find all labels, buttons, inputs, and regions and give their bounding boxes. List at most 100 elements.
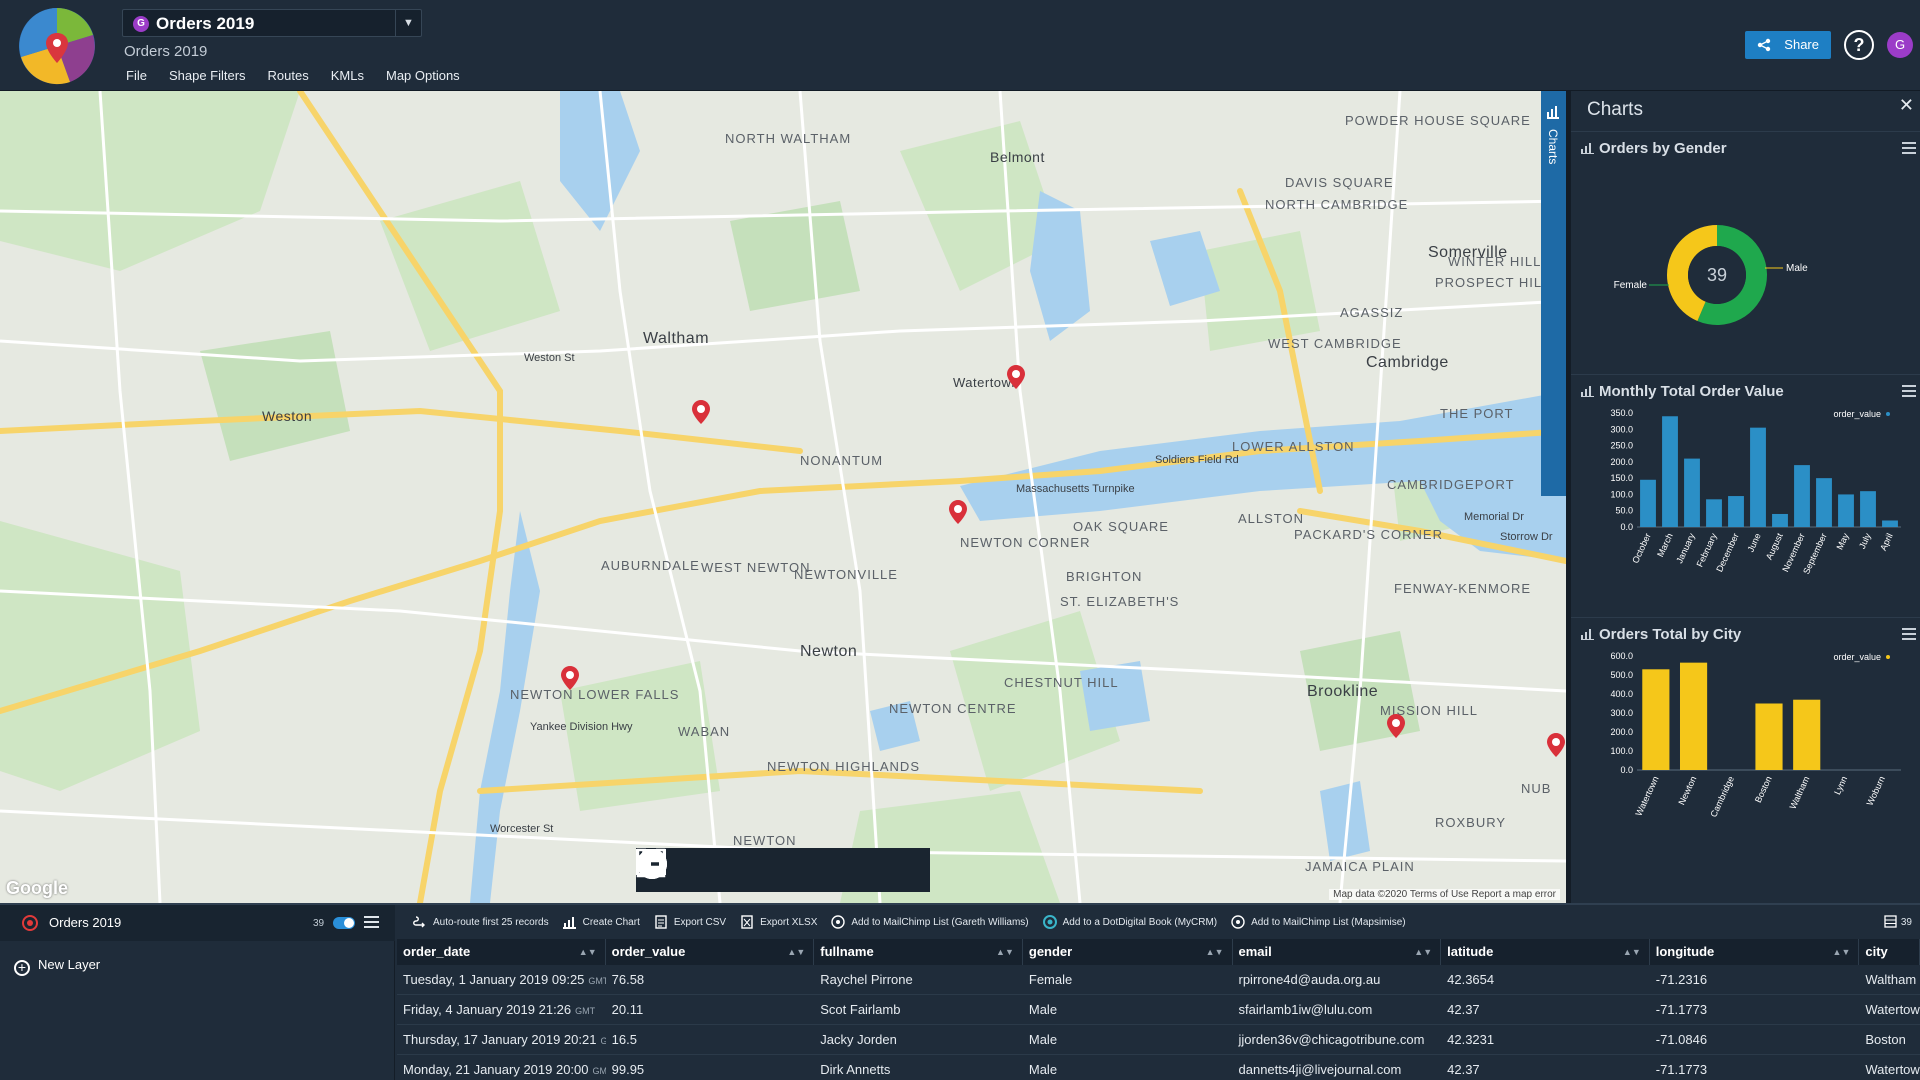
bar-october[interactable]: [1640, 479, 1656, 527]
x-tick-label: June: [1745, 532, 1762, 554]
map-marker-icon[interactable]: [691, 399, 711, 425]
mailchimp-mapsimise-button[interactable]: Add to MailChimp List (Mapsimise): [1231, 915, 1406, 929]
export-xlsx-button[interactable]: Export XLSX: [740, 915, 817, 929]
layer-visibility-toggle[interactable]: [333, 917, 355, 929]
close-icon[interactable]: ✕: [1899, 95, 1914, 116]
bar-july[interactable]: [1860, 491, 1876, 527]
table-row[interactable]: Thursday, 17 January 2019 20:21 G 16.5 Jack…: [397, 1025, 1920, 1055]
map-label: Worcester St: [490, 823, 554, 835]
bar-august[interactable]: [1772, 513, 1788, 527]
bar-december[interactable]: [1728, 496, 1744, 527]
map-label: Waltham: [643, 330, 710, 347]
mailchimp-icon: [1231, 915, 1245, 929]
y-tick-label: 0.0: [1620, 765, 1633, 775]
column-header-email[interactable]: email ▲▼: [1233, 939, 1442, 965]
export-csv-button[interactable]: Export CSV: [654, 915, 726, 929]
chart-menu-icon[interactable]: [1902, 385, 1916, 400]
bar-march[interactable]: [1662, 416, 1678, 527]
map-view[interactable]: NORTH WALTHAM Belmont POWDER HOUSE SQUAR…: [0, 91, 1566, 903]
hamburger-icon[interactable]: [364, 916, 379, 931]
menu-file[interactable]: File: [126, 68, 147, 83]
chart-title: Orders Total by City: [1581, 626, 1741, 643]
x-tick-label: October: [1630, 532, 1653, 565]
bar-waltham[interactable]: [1793, 699, 1821, 770]
column-header-order-date[interactable]: order_date ▲▼: [397, 939, 606, 965]
bar-april[interactable]: [1882, 520, 1898, 527]
map-marker-icon[interactable]: [1006, 364, 1026, 390]
table-cell-fullname: Jacky Jorden: [820, 1032, 897, 1047]
column-header-gender[interactable]: gender ▲▼: [1023, 939, 1233, 965]
bar-september[interactable]: [1816, 478, 1832, 527]
bar-november[interactable]: [1794, 465, 1810, 527]
column-header-fullname[interactable]: fullname ▲▼: [814, 939, 1023, 965]
avatar[interactable]: G: [1887, 32, 1913, 58]
table-row[interactable]: Monday, 21 January 2019 20:00 GM 99.95 Dirk…: [397, 1055, 1920, 1080]
app-logo[interactable]: [18, 7, 96, 85]
bar-newton[interactable]: [1679, 662, 1708, 770]
menu-routes[interactable]: Routes: [268, 68, 309, 83]
map-label: NEWTON CORNER: [960, 535, 1091, 550]
map-label: Weston St: [524, 352, 575, 364]
bar-february[interactable]: [1706, 499, 1722, 527]
map-label: JAMAICA PLAIN: [1305, 859, 1415, 874]
create-chart-button[interactable]: Create Chart: [562, 915, 640, 929]
layer-count: 39: [313, 918, 325, 929]
project-dropdown[interactable]: G Orders 2019 ▼: [122, 9, 422, 37]
map-label: NORTH WALTHAM: [725, 131, 852, 146]
column-header-city[interactable]: city: [1859, 939, 1920, 965]
table-cell-order-value: 20.11: [611, 1002, 644, 1017]
table-cell-order-date: Friday, 4 January 2019 21:26 GMT: [403, 1002, 596, 1017]
menu-kmls[interactable]: KMLs: [331, 68, 364, 83]
street-view-icon[interactable]: [641, 849, 930, 888]
dotdigital-button[interactable]: Add to a DotDigital Book (MyCRM): [1042, 915, 1218, 929]
map-marker-icon[interactable]: [560, 665, 580, 691]
bar-chart-city[interactable]: 0.0 100.0 200.0 300.0 400.0 500.0 600.0 order_v…: [1571, 648, 1920, 853]
bar-may[interactable]: [1838, 494, 1854, 527]
column-header-order-value[interactable]: order_value ▲▼: [606, 939, 815, 965]
map-attribution[interactable]: Map data ©2020 Terms of Use Report a map…: [1329, 889, 1560, 900]
xlsx-icon: [741, 915, 753, 929]
y-tick-label: 150.0: [1610, 473, 1633, 483]
bar-watertown[interactable]: [1642, 669, 1670, 770]
share-button[interactable]: Share: [1745, 31, 1831, 59]
layer-name: Orders 2019: [49, 915, 122, 930]
action-label: Add to MailChimp List (Mapsimise): [1251, 916, 1406, 928]
column-header-longitude[interactable]: longitude ▲▼: [1650, 939, 1860, 965]
map-label: NEWTON: [733, 833, 797, 848]
action-label: Add to a DotDigital Book (MyCRM): [1062, 916, 1218, 928]
menu-map-options[interactable]: Map Options: [386, 68, 460, 83]
table-cell-gender: Male: [1028, 1032, 1058, 1047]
donut-chart[interactable]: 39 Female Male: [1571, 162, 1920, 372]
bar-boston[interactable]: [1755, 703, 1783, 771]
bar-june[interactable]: [1750, 427, 1766, 527]
map-marker-icon[interactable]: [948, 499, 968, 525]
table-row[interactable]: Tuesday, 1 January 2019 09:25GMT 76.58 Ray…: [397, 965, 1920, 995]
x-tick-label: Waltham: [1788, 775, 1812, 811]
info-icon[interactable]: [637, 849, 720, 888]
search-icon[interactable]: [638, 849, 888, 888]
zoom-in-icon[interactable]: [637, 849, 762, 888]
auto-route-button[interactable]: Auto-route first 25 records: [413, 915, 549, 929]
map-marker-icon[interactable]: [1546, 732, 1566, 758]
menu-shape-filters[interactable]: Shape Filters: [169, 68, 246, 83]
fullscreen-icon[interactable]: [636, 848, 846, 888]
table-cell-longitude: -71.1773: [1655, 1062, 1708, 1077]
map-marker-icon[interactable]: [1386, 713, 1406, 739]
chart-menu-icon[interactable]: [1902, 628, 1916, 643]
charts-tab[interactable]: Charts: [1541, 91, 1566, 496]
column-header-latitude[interactable]: latitude ▲▼: [1441, 939, 1650, 965]
chart-card-monthly: Monthly Total Order Value 0.0 50.0 100.0 15…: [1571, 374, 1920, 617]
zoom-out-icon[interactable]: [637, 849, 804, 888]
chevron-down-icon[interactable]: ▼: [395, 10, 421, 36]
map-label: Storrow Dr: [1500, 531, 1553, 543]
share-icon: [1757, 38, 1771, 52]
new-layer-button[interactable]: + New Layer: [14, 957, 100, 976]
table-row[interactable]: Friday, 4 January 2019 21:26 GMT 20.11 Scot…: [397, 995, 1920, 1025]
bar-chart-monthly[interactable]: 0.0 50.0 100.0 150.0 200.0 250.0 300.0 350.0 ord…: [1571, 405, 1920, 610]
layer-item[interactable]: Orders 2019 39: [0, 905, 395, 941]
table-cell-longitude: -71.1773: [1655, 1002, 1708, 1017]
help-icon[interactable]: ?: [1844, 30, 1874, 60]
bar-january[interactable]: [1684, 458, 1700, 527]
chart-menu-icon[interactable]: [1902, 142, 1916, 157]
mailchimp-gareth-button[interactable]: Add to MailChimp List (Gareth Williams): [831, 915, 1029, 929]
